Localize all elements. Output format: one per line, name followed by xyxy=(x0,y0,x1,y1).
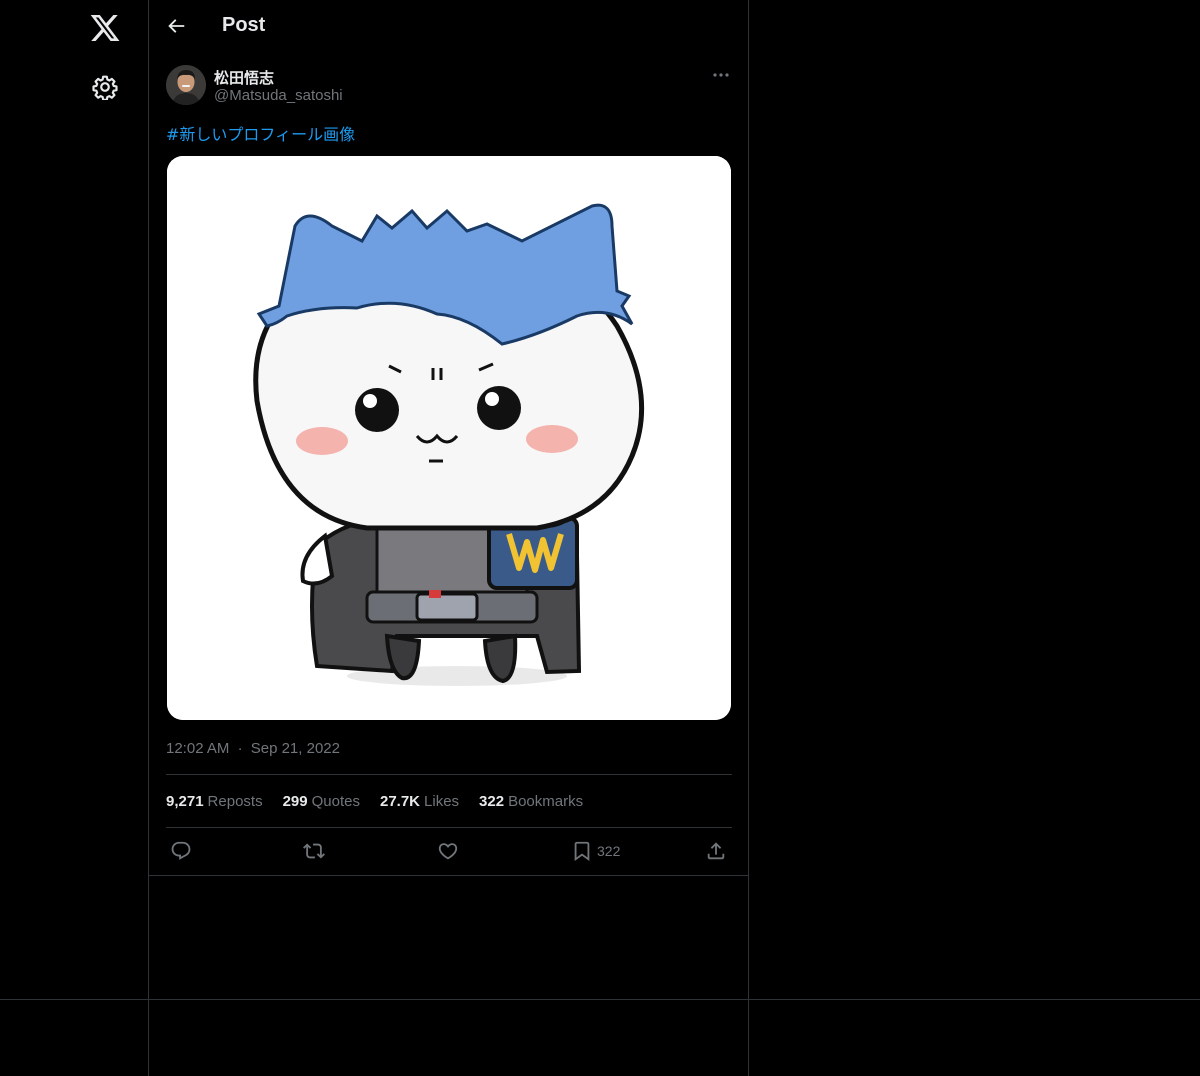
post-stats: 9,271 Reposts 299 Quotes 27.7K Likes 322 Boo… xyxy=(166,793,583,810)
reply-icon xyxy=(171,841,191,860)
quotes-stat[interactable]: 299 Quotes xyxy=(283,793,360,810)
reposts-count: 9,271 xyxy=(166,793,204,810)
bookmark-button[interactable]: 322 xyxy=(571,838,620,864)
likes-label: Likes xyxy=(424,793,460,810)
post-action-bar: 322 xyxy=(166,838,732,866)
likes-count: 27.7K xyxy=(379,793,421,810)
share-icon xyxy=(707,842,725,860)
more-options-icon[interactable] xyxy=(711,67,731,83)
timestamp-date[interactable]: Sep 21, 2022 xyxy=(251,740,340,757)
timestamp-time[interactable]: 12:02 AM xyxy=(166,740,229,757)
post-hashtag-link[interactable]: #新しいプロフィール画像 xyxy=(166,121,355,145)
left-rail xyxy=(0,0,149,1076)
bookmarks-label: Bookmarks xyxy=(508,793,584,810)
stats-divider-bottom xyxy=(166,827,732,828)
post-timestamp: 12:02 AM · Sep 21, 2022 xyxy=(166,740,340,757)
repost-button[interactable] xyxy=(303,838,325,864)
avatar[interactable] xyxy=(166,65,206,105)
quotes-count: 299 xyxy=(282,793,308,810)
avatar-portrait-icon xyxy=(166,65,206,105)
reposts-stat[interactable]: 9,271 Reposts xyxy=(166,793,263,810)
bookmarks-stat[interactable]: 322 Bookmarks xyxy=(479,793,583,810)
timestamp-separator: · xyxy=(237,740,243,757)
post-media-image[interactable] xyxy=(167,156,731,720)
settings-gear-icon[interactable] xyxy=(92,74,118,100)
likes-stat[interactable]: 27.7K Likes xyxy=(380,793,459,810)
repost-icon xyxy=(303,843,325,859)
like-button[interactable] xyxy=(437,838,459,864)
cat-character-illustration-icon xyxy=(167,156,731,720)
post-author: 松田悟志 @Matsuda_satoshi xyxy=(166,65,731,107)
back-arrow-icon[interactable] xyxy=(165,15,187,37)
post-bottom-divider xyxy=(149,875,749,876)
post-header: Post xyxy=(149,0,748,54)
reposts-label: Reposts xyxy=(207,793,263,810)
reply-button[interactable] xyxy=(170,838,192,864)
page-title: Post xyxy=(222,14,266,36)
quotes-label: Quotes xyxy=(311,793,360,810)
bookmarks-count: 322 xyxy=(479,793,505,810)
x-logo-icon[interactable] xyxy=(89,12,121,44)
stats-divider-top xyxy=(166,774,732,775)
heart-icon xyxy=(438,843,458,860)
bookmark-count: 322 xyxy=(597,843,621,859)
author-name[interactable]: 松田悟志 xyxy=(214,67,274,88)
bookmark-icon xyxy=(574,841,590,862)
author-handle[interactable]: @Matsuda_satoshi xyxy=(214,87,343,104)
page-footer-divider xyxy=(0,999,1200,1000)
main-column: Post 松田悟志 @Matsuda_satoshi #新しいプロフィール画像 xyxy=(149,0,749,1076)
share-button[interactable] xyxy=(705,838,727,864)
